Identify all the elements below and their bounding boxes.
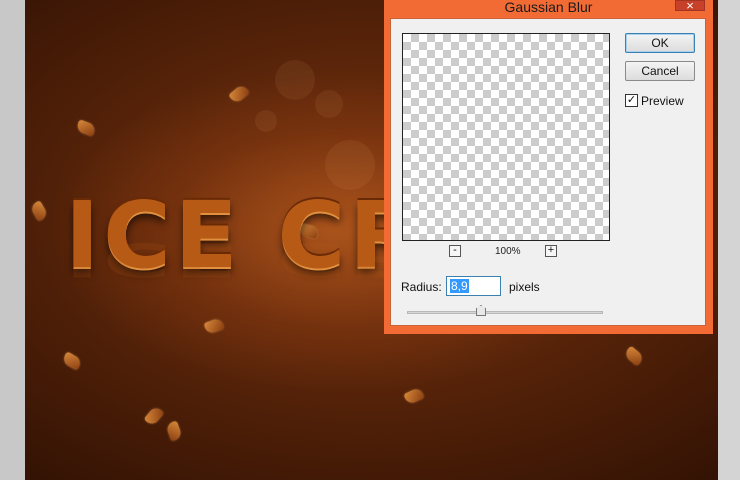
zoom-out-button[interactable]: - — [449, 245, 461, 257]
ok-button[interactable]: OK — [625, 33, 695, 53]
chocolate-chip — [143, 405, 165, 427]
bokeh-light — [315, 90, 343, 118]
chocolate-chip — [203, 317, 225, 335]
zoom-in-button[interactable]: + — [545, 245, 557, 257]
zoom-level: 100% — [495, 246, 521, 257]
chocolate-chip — [165, 420, 183, 442]
chocolate-chip — [623, 345, 645, 367]
radius-value-selected[interactable]: 8,9 — [450, 279, 469, 293]
radius-label: Radius: — [401, 280, 442, 294]
radius-slider-thumb[interactable] — [476, 305, 486, 316]
chocolate-chip — [403, 386, 425, 406]
bokeh-light — [275, 60, 315, 100]
workspace-edge — [718, 0, 740, 480]
cancel-button[interactable]: Cancel — [625, 61, 695, 81]
chocolate-chip — [228, 83, 250, 105]
preview-label[interactable]: Preview — [641, 94, 684, 108]
dialog-title: Gaussian Blur — [504, 0, 593, 15]
blur-preview-pane[interactable] — [402, 33, 610, 241]
radius-unit-label: pixels — [509, 280, 540, 294]
radius-slider-track[interactable] — [407, 311, 603, 314]
chocolate-chip — [29, 200, 49, 222]
gaussian-blur-dialog: Gaussian Blur × - 100% + OK Cancel ✓ Pre… — [384, 0, 713, 334]
dialog-body: - 100% + OK Cancel ✓ Preview Radius: 8,9… — [390, 18, 706, 326]
bokeh-light — [255, 110, 277, 132]
chocolate-chip — [61, 351, 83, 371]
chocolate-chip — [75, 119, 97, 137]
preview-checkbox[interactable]: ✓ — [625, 94, 638, 107]
artwork-title-reflection: ICE CR — [65, 232, 424, 287]
close-button[interactable]: × — [675, 0, 705, 12]
